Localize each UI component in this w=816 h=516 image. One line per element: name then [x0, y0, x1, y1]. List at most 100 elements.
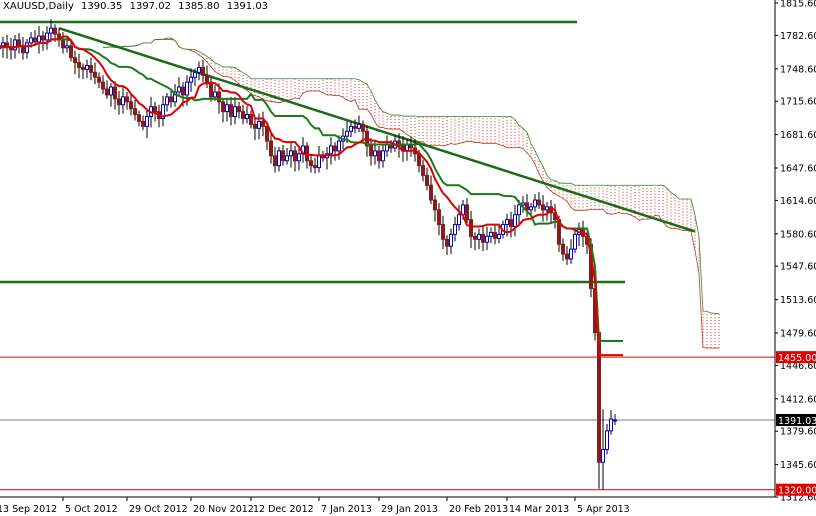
close-value: 1391.03 — [226, 1, 269, 12]
candle-body — [25, 42, 29, 54]
price-chart[interactable]: 1815.60 1782.60 1748.60 1715.60 1681.60 1647.… — [0, 0, 816, 516]
candle-body — [285, 155, 289, 162]
candle-body — [33, 37, 37, 43]
candle-body — [197, 66, 201, 73]
candle-body — [109, 86, 113, 96]
candle-body — [517, 204, 521, 216]
candle-body — [477, 233, 481, 240]
candle-body — [273, 155, 277, 167]
candle-body — [293, 150, 297, 162]
y-tick-label: 1412.60 — [780, 394, 816, 405]
candle-body — [153, 106, 157, 113]
y-tick-label: 1513.60 — [780, 295, 816, 306]
y-tick-label: 1345.60 — [780, 460, 816, 471]
candle-body — [65, 45, 69, 49]
candle-body — [125, 96, 129, 103]
candle-body — [85, 64, 89, 70]
candle-body — [353, 125, 357, 129]
high-value: 1397.02 — [129, 1, 171, 12]
candle-body — [245, 114, 249, 119]
candle-body — [269, 140, 273, 157]
candle-body — [101, 81, 105, 90]
candle-body — [257, 120, 261, 129]
candle-body — [533, 199, 537, 208]
candle-body — [441, 224, 445, 240]
candle-body — [141, 120, 145, 127]
candle-body — [381, 150, 385, 162]
candle-body — [565, 253, 569, 260]
candle-body — [281, 150, 285, 162]
candle-body — [561, 243, 565, 255]
candle-body — [333, 145, 337, 152]
candle-body — [417, 153, 421, 167]
x-tick-label: 5 Oct 2012 — [65, 504, 118, 515]
candle-body — [421, 165, 425, 176]
candle-body — [249, 114, 253, 125]
candle-body — [473, 235, 477, 240]
candle-body — [449, 233, 453, 247]
candle-body — [497, 233, 501, 239]
candle-body — [453, 224, 457, 235]
candle-body — [45, 32, 49, 41]
candle-body — [377, 150, 381, 162]
y-tick-label: 1547.60 — [780, 262, 816, 273]
candle-body — [105, 88, 109, 96]
candle-body — [329, 145, 333, 155]
candle-body — [481, 233, 485, 243]
candle-body — [445, 238, 449, 247]
candle-body — [541, 204, 545, 211]
candle-body — [493, 231, 497, 239]
candle-body — [345, 130, 349, 137]
candle-body — [53, 27, 57, 35]
y-tick-label: 1647.60 — [780, 163, 816, 174]
open-value: 1390.35 — [81, 1, 123, 12]
y-tick-label: 1782.60 — [780, 31, 816, 42]
candle-body — [113, 86, 117, 100]
candle-body — [77, 62, 81, 68]
candle-body — [569, 248, 573, 260]
candle-body — [573, 233, 577, 250]
x-tick-label: 14 Mar 2013 — [509, 504, 569, 515]
candle-body — [177, 86, 181, 93]
candle-body — [61, 39, 65, 49]
candle-body — [425, 174, 429, 186]
candle-body — [233, 106, 237, 118]
symbol-label: XAUUSD,Daily — [3, 1, 74, 12]
x-tick-label: 29 Oct 2012 — [129, 504, 188, 515]
candle-body — [41, 35, 45, 41]
y-tick-label: 1815.60 — [780, 0, 816, 10]
candle-body — [465, 204, 469, 221]
candle-body — [605, 430, 609, 450]
candle-body — [613, 419, 617, 422]
candle-body — [277, 150, 281, 167]
y-tick-label: 1479.60 — [780, 328, 816, 339]
candle-body — [317, 155, 321, 169]
x-tick-label: 7 Jan 2013 — [321, 504, 372, 515]
candle-body — [81, 66, 85, 70]
candle-body — [121, 96, 125, 106]
candle-body — [457, 214, 461, 226]
candle-body — [313, 165, 317, 169]
x-tick-label: 12 Dec 2012 — [253, 504, 314, 515]
candle-body — [133, 108, 137, 116]
candle-body — [165, 96, 169, 106]
candle-body — [261, 120, 265, 127]
candle-body — [305, 145, 309, 162]
x-tick-label: 20 Nov 2012 — [193, 504, 254, 515]
candle-body — [349, 125, 353, 132]
candle-body — [609, 418, 613, 432]
candle-body — [537, 199, 541, 206]
candle-body — [361, 123, 365, 132]
candle-body — [97, 76, 101, 83]
candle-body — [209, 81, 213, 98]
candle-body — [201, 66, 205, 76]
candle-body — [89, 64, 93, 73]
candle-body — [93, 71, 97, 78]
candle-body — [37, 35, 41, 43]
candle-body — [117, 98, 121, 106]
candle-body — [297, 153, 301, 162]
candle-body — [369, 145, 373, 157]
candle-body — [189, 76, 193, 83]
candle-body — [469, 219, 473, 237]
y-tick-label: 1681.60 — [780, 130, 816, 141]
